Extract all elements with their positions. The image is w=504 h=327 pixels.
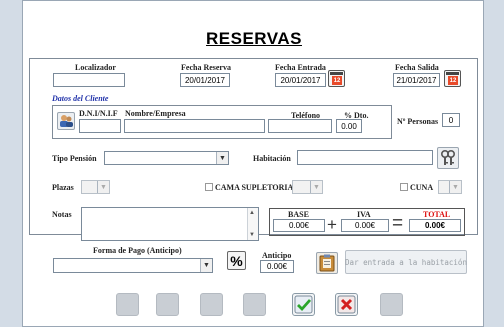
- pension-label: Tipo Pensión: [52, 154, 97, 163]
- close-icon: [337, 295, 356, 314]
- print-receipt-button[interactable]: [316, 252, 338, 274]
- telefono-input[interactable]: [268, 119, 332, 133]
- iva-value: 0.00€: [341, 219, 389, 232]
- cuna-select[interactable]: ▼: [438, 180, 462, 194]
- fecha-reserva-label: Fecha Reserva: [181, 63, 231, 72]
- notas-scrollbar[interactable]: ▲ ▼: [247, 208, 258, 240]
- dni-label: D.N.I/N.I.F: [79, 109, 118, 118]
- base-label: BASE: [288, 210, 309, 219]
- clipboard-icon: [319, 254, 335, 272]
- forma-pago-select[interactable]: ▼: [53, 258, 213, 273]
- plus-sign: +: [327, 215, 337, 234]
- fecha-salida-calendar-icon[interactable]: 12: [444, 70, 461, 87]
- percent-icon: %: [230, 252, 243, 269]
- fecha-salida-input[interactable]: 21/01/2017: [393, 73, 440, 87]
- iva-label: IVA: [357, 210, 371, 219]
- search-client-button[interactable]: [57, 112, 75, 130]
- page-title: RESERVAS: [206, 29, 302, 48]
- localizador-label: Localizador: [75, 63, 116, 72]
- keys-icon: [440, 149, 456, 165]
- dar-entrada-button[interactable]: Dar entrada a la habitación: [345, 250, 467, 274]
- personas-label: Nº Personas: [397, 117, 439, 126]
- localizador-input[interactable]: [53, 73, 125, 87]
- forma-pago-label: Forma de Pago (Anticipo): [93, 246, 182, 255]
- anticipo-input[interactable]: 0.00€: [260, 260, 294, 273]
- background-right: [484, 0, 504, 327]
- chevron-down-icon: ▼: [97, 181, 109, 193]
- cuna-label: CUNA: [410, 183, 434, 192]
- cama-supletoria-label: CAMA SUPLETORIA: [215, 183, 294, 192]
- total-value: 0.00€: [409, 219, 461, 232]
- scroll-up-icon[interactable]: ▲: [249, 210, 255, 216]
- fecha-reserva-input[interactable]: 20/01/2017: [180, 73, 230, 87]
- accept-button[interactable]: [292, 293, 315, 316]
- notas-label: Notas: [52, 210, 72, 219]
- first-record-button[interactable]: [116, 293, 139, 316]
- previous-record-button[interactable]: [156, 293, 179, 316]
- people-icon: [60, 115, 73, 127]
- plazas-select[interactable]: ▼: [81, 180, 110, 194]
- plazas-label: Plazas: [52, 183, 74, 192]
- percent-button[interactable]: %: [227, 251, 246, 270]
- chevron-down-icon: ▼: [200, 259, 212, 272]
- habitacion-label: Habitación: [253, 154, 291, 163]
- notas-textarea[interactable]: ▲ ▼: [81, 207, 259, 241]
- chevron-down-icon: ▼: [310, 181, 322, 193]
- nombre-label: Nombre/Empresa: [125, 109, 186, 118]
- pension-select[interactable]: ▼: [104, 151, 229, 165]
- fecha-salida-label: Fecha Salida: [395, 63, 439, 72]
- nombre-input[interactable]: [124, 119, 265, 133]
- fecha-entrada-label: Fecha Entrada: [275, 63, 326, 72]
- dni-input[interactable]: [79, 119, 121, 133]
- next-record-button[interactable]: [200, 293, 223, 316]
- last-record-button[interactable]: [243, 293, 266, 316]
- equals-sign: =: [392, 213, 404, 234]
- scroll-down-icon[interactable]: ▼: [249, 232, 255, 238]
- chevron-down-icon: ▼: [449, 181, 461, 193]
- reservas-window: RESERVAS Localizador Fecha Reserva 20/01…: [22, 0, 484, 327]
- anticipo-label: Anticipo: [262, 251, 292, 260]
- room-search-button[interactable]: [437, 147, 459, 169]
- background-left: [0, 0, 22, 327]
- cama-supletoria-checkbox[interactable]: [205, 183, 213, 191]
- dto-input[interactable]: 0.00: [336, 119, 362, 133]
- base-value: 0.00€: [273, 219, 325, 232]
- fecha-entrada-input[interactable]: 20/01/2017: [275, 73, 326, 87]
- checkmark-icon: [294, 295, 313, 314]
- chevron-down-icon: ▼: [216, 152, 228, 164]
- cama-supletoria-select[interactable]: ▼: [292, 180, 323, 194]
- personas-input[interactable]: 0: [442, 113, 460, 127]
- fecha-entrada-calendar-icon[interactable]: 12: [328, 70, 345, 87]
- datos-cliente-label: Datos del Cliente: [52, 94, 109, 103]
- cuna-checkbox[interactable]: [400, 183, 408, 191]
- delete-record-button[interactable]: [380, 293, 403, 316]
- habitacion-input[interactable]: [297, 150, 433, 165]
- cancel-button[interactable]: [335, 293, 358, 316]
- total-label: TOTAL: [423, 210, 451, 219]
